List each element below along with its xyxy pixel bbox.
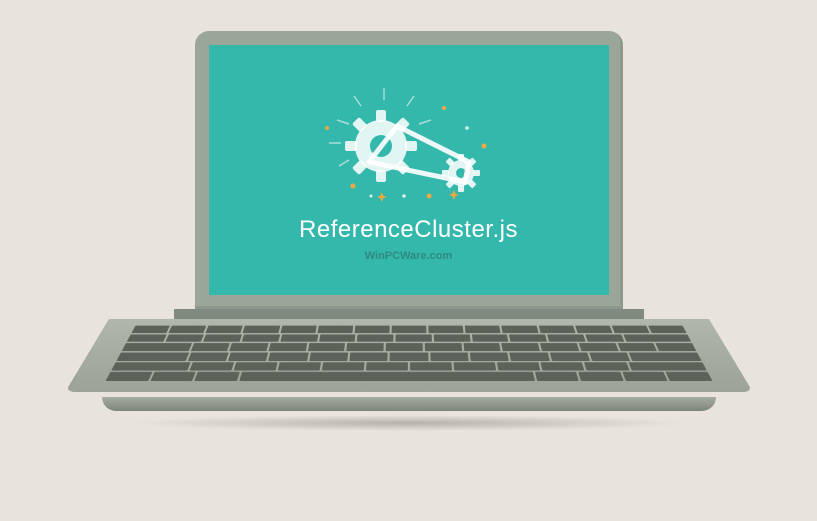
- laptop-illustration: ReferenceCluster.js WinPCWare.com: [99, 31, 719, 491]
- laptop-keyboard: [65, 319, 752, 392]
- keys-grid: [105, 325, 712, 380]
- watermark-label: WinPCWare.com: [365, 250, 453, 262]
- gears-graphic: [309, 78, 509, 208]
- laptop-screen-frame: ReferenceCluster.js WinPCWare.com: [195, 31, 623, 309]
- laptop-hinge: [174, 309, 644, 319]
- filename-label: ReferenceCluster.js: [299, 216, 518, 244]
- laptop-keyboard-deck: [109, 319, 709, 439]
- laptop-screen: ReferenceCluster.js WinPCWare.com: [209, 45, 609, 295]
